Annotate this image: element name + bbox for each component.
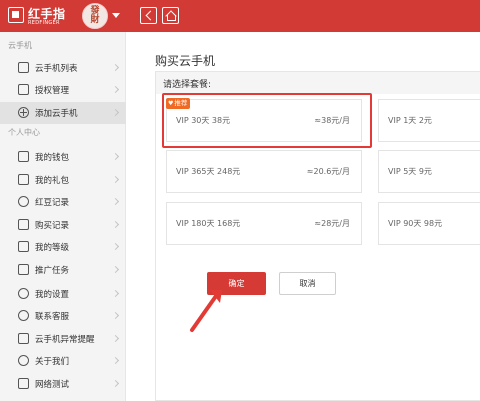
purchase-record-icon xyxy=(18,219,29,230)
chevron-right-icon xyxy=(111,108,120,117)
sidebar-item-label: 云手机异常提醒 xyxy=(35,335,95,345)
page-title: 购买云手机 xyxy=(155,54,216,68)
chevron-right-icon xyxy=(111,334,120,343)
sidebar-item-label: 关于我们 xyxy=(35,357,70,367)
app-logo[interactable]: 红手指 REDFINGER xyxy=(8,4,72,28)
package-monthly-price: ≈28元/月 xyxy=(314,219,350,228)
chevron-right-icon xyxy=(111,242,120,251)
sidebar-item-label: 我的等级 xyxy=(35,243,70,253)
chevron-right-icon xyxy=(111,85,120,94)
logo-subtitle: REDFINGER xyxy=(28,20,60,26)
headset-icon xyxy=(18,310,29,321)
sidebar-item-label: 推广任务 xyxy=(35,266,70,276)
sidebar-item-label: 添加云手机 xyxy=(35,109,78,119)
chevron-right-icon xyxy=(111,152,120,161)
crown-icon xyxy=(18,241,29,252)
package-name: VIP 180天 168元 xyxy=(176,219,241,228)
sidebar-item-settings[interactable]: 我的设置 xyxy=(0,283,126,305)
chevron-down-icon[interactable] xyxy=(112,13,120,18)
cancel-button[interactable]: 取消 xyxy=(279,272,336,295)
package-option-5-days[interactable]: VIP 5天 9元 xyxy=(378,150,480,193)
package-name: VIP 1天 2元 xyxy=(388,116,432,125)
package-option-90-days[interactable]: VIP 90天 98元 xyxy=(378,202,480,245)
wallet-icon xyxy=(18,151,29,162)
package-name: VIP 90天 98元 xyxy=(388,219,443,228)
sidebar-item-add-phone[interactable]: 添加云手机 xyxy=(0,102,126,124)
settings-icon xyxy=(18,288,29,299)
network-icon xyxy=(18,378,29,389)
sidebar-item-promotion[interactable]: 推广任务 xyxy=(0,259,126,281)
sidebar-item-contact[interactable]: 联系客服 xyxy=(0,305,126,327)
gift-icon xyxy=(18,174,29,185)
sidebar-item-label: 我的设置 xyxy=(35,290,70,300)
top-bar: 红手指 REDFINGER 發財 xyxy=(0,0,480,32)
flag-icon xyxy=(18,264,29,275)
sidebar-item-label: 网络测试 xyxy=(35,380,70,390)
sidebar-item-about[interactable]: 关于我们 xyxy=(0,350,126,372)
sidebar-item-gift[interactable]: 我的礼包 xyxy=(0,169,126,191)
sidebar-item-network-test[interactable]: 网络测试 xyxy=(0,373,126,395)
sidebar-item-label: 授权管理 xyxy=(35,86,70,96)
package-option-180-days[interactable]: VIP 180天 168元 ≈28元/月 xyxy=(166,202,362,245)
package-monthly-price: ≈20.6元/月 xyxy=(306,167,350,176)
sidebar-item-wallet[interactable]: 我的钱包 xyxy=(0,146,126,168)
package-name: VIP 5天 9元 xyxy=(388,167,432,176)
chevron-right-icon xyxy=(111,356,120,365)
avatar-text: 發財 xyxy=(90,6,100,25)
sidebar-item-label: 购买记录 xyxy=(35,221,70,231)
add-circle-icon xyxy=(18,107,29,118)
sidebar-item-authorize[interactable]: 授权管理 xyxy=(0,79,126,101)
package-name: VIP 365天 248元 xyxy=(176,167,241,176)
logo-mark-icon xyxy=(8,7,24,23)
chevron-right-icon xyxy=(111,63,120,72)
sidebar-item-level[interactable]: 我的等级 xyxy=(0,236,126,258)
sidebar-item-label: 云手机列表 xyxy=(35,64,78,74)
authorize-icon xyxy=(18,84,29,95)
home-icon[interactable] xyxy=(162,7,179,24)
sidebar-item-alert[interactable]: 云手机异常提醒 xyxy=(0,328,126,350)
chevron-right-icon xyxy=(111,379,120,388)
select-package-label: 请选择套餐: xyxy=(163,80,212,90)
sidebar-item-label: 我的礼包 xyxy=(35,176,70,186)
sidebar-section-personal: 个人中心 xyxy=(8,128,40,137)
sidebar-item-bean-record[interactable]: 红豆记录 xyxy=(0,191,126,213)
avatar[interactable]: 發財 xyxy=(82,3,108,29)
chevron-right-icon xyxy=(111,311,120,320)
sidebar: 云手机 云手机列表 授权管理 添加云手机 个人中心 我的钱包 我的礼包 红豆记录… xyxy=(0,32,126,401)
chevron-right-icon xyxy=(111,175,120,184)
pointer-arrow-icon xyxy=(190,290,222,332)
sidebar-item-purchase-record[interactable]: 购买记录 xyxy=(0,214,126,236)
sidebar-item-phone-list[interactable]: 云手机列表 xyxy=(0,57,126,79)
sidebar-item-label: 我的钱包 xyxy=(35,153,70,163)
chevron-right-icon xyxy=(111,289,120,298)
phone-icon xyxy=(18,62,29,73)
sidebar-item-label: 红豆记录 xyxy=(35,198,70,208)
sidebar-section-cloud-phone: 云手机 xyxy=(8,41,32,50)
package-option-365-days[interactable]: VIP 365天 248元 ≈20.6元/月 xyxy=(166,150,362,193)
sidebar-item-label: 联系客服 xyxy=(35,312,70,322)
alert-icon xyxy=(18,333,29,344)
package-option-1-day[interactable]: VIP 1天 2元 xyxy=(378,99,480,142)
package-panel-header: 请选择套餐: xyxy=(156,72,480,94)
chevron-right-icon xyxy=(111,220,120,229)
bean-icon xyxy=(18,196,29,207)
back-arrow-icon[interactable] xyxy=(140,7,157,24)
recommend-badge: 推荐 xyxy=(166,98,191,109)
info-icon xyxy=(18,355,29,366)
selection-highlight-frame xyxy=(162,93,372,148)
chevron-right-icon xyxy=(111,197,120,206)
chevron-right-icon xyxy=(111,265,120,274)
